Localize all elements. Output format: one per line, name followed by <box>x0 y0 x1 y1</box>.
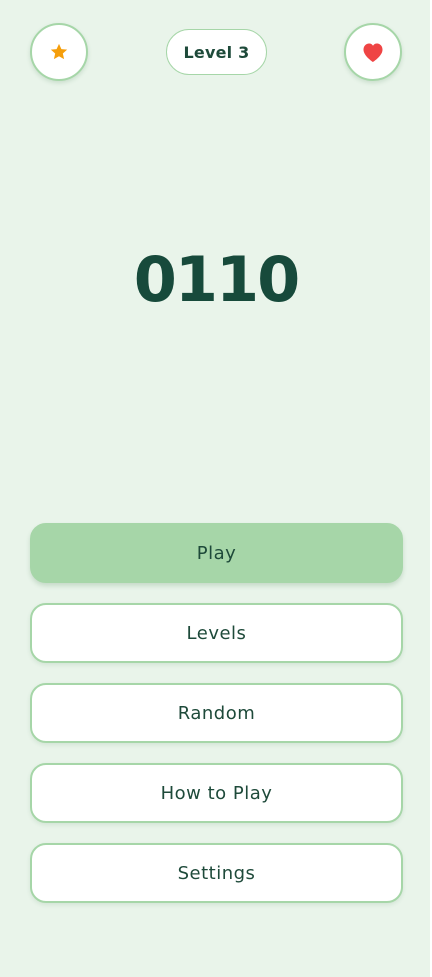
random-button[interactable]: Random <box>30 683 403 743</box>
star-icon <box>50 43 68 60</box>
game-logo: 0110 <box>133 243 301 316</box>
main-menu: Play Levels Random How to Play Settings <box>30 523 403 923</box>
favorites-button[interactable] <box>30 23 88 81</box>
how-to-play-button[interactable]: How to Play <box>30 763 403 823</box>
heart-icon <box>363 43 383 62</box>
levels-button[interactable]: Levels <box>30 603 403 663</box>
level-indicator[interactable]: Level 3 <box>166 29 267 75</box>
play-button[interactable]: Play <box>30 523 403 583</box>
lives-button[interactable] <box>344 23 402 81</box>
main-menu-screen: Level 3 0110 Play Levels Random How to P… <box>0 0 432 977</box>
settings-button[interactable]: Settings <box>30 843 403 903</box>
